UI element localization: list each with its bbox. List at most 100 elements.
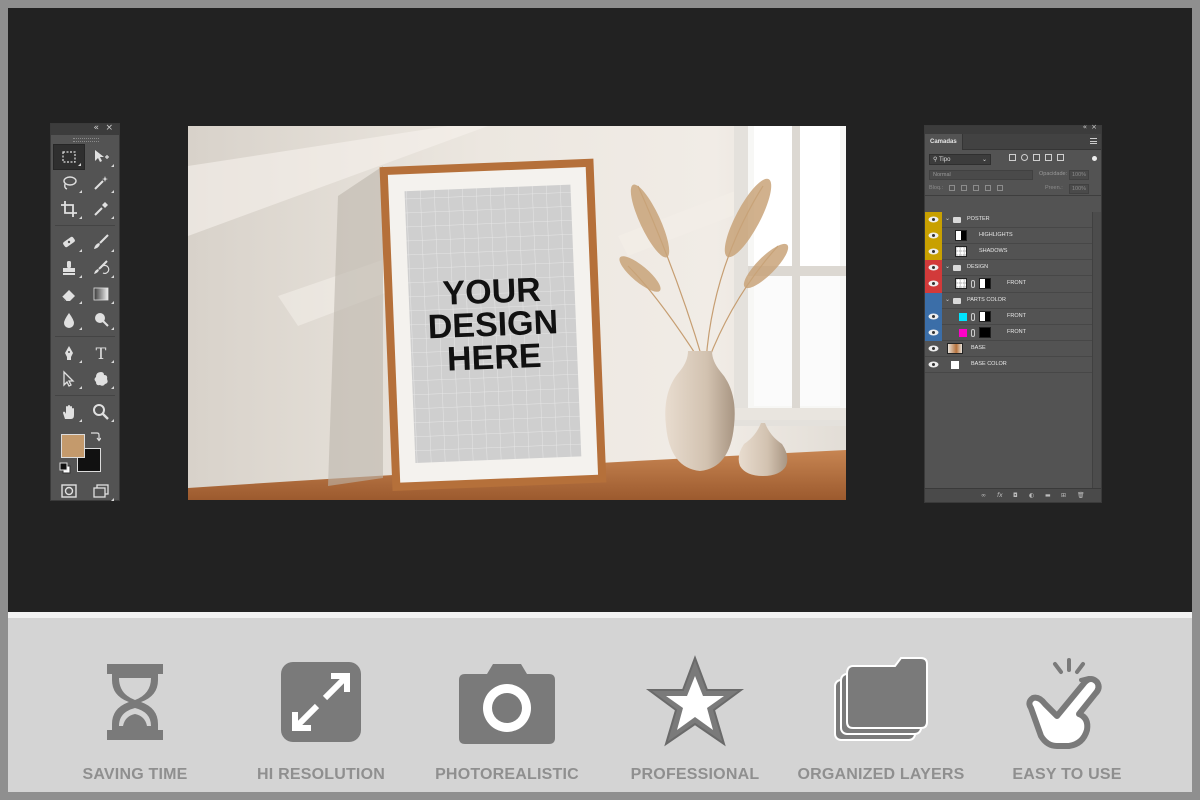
visibility-eye-icon[interactable]	[928, 232, 939, 239]
quick-mask-icon[interactable]	[53, 478, 85, 504]
layer-row[interactable]: ⌄ PARTS COLOR	[925, 293, 1093, 309]
layers-panel-titlebar: « ×	[925, 123, 1101, 134]
link-icon[interactable]: ∞	[981, 492, 986, 499]
blur-tool-icon[interactable]	[53, 307, 85, 333]
new-layer-icon[interactable]: ⊞	[1061, 492, 1066, 499]
lock-artboard-icon[interactable]	[985, 185, 991, 191]
screen-mode-icon[interactable]	[85, 478, 117, 504]
layer-row[interactable]: HIGHLIGHTS	[925, 228, 1093, 244]
filter-type-icon[interactable]	[1033, 154, 1040, 161]
tap-hand-icon	[1026, 658, 1102, 749]
tools-divider	[55, 334, 115, 337]
crop-tool-icon[interactable]	[53, 196, 85, 222]
spot-healing-tool-icon[interactable]	[53, 229, 85, 255]
mask-icon[interactable]: ◘	[1013, 492, 1018, 499]
hand-tool-icon[interactable]	[53, 399, 85, 425]
lasso-tool-icon[interactable]	[53, 170, 85, 196]
zoom-tool-icon[interactable]	[85, 399, 117, 425]
layer-name: SHADOWS	[979, 248, 1008, 254]
layer-row[interactable]: ⌄ DESIGN	[925, 260, 1093, 276]
gradient-tool-icon[interactable]	[85, 281, 117, 307]
swap-colors-icon[interactable]	[89, 430, 101, 442]
close-icon[interactable]: ×	[1091, 123, 1097, 131]
folder-icon[interactable]: ▬	[1045, 492, 1051, 499]
filter-shape-icon[interactable]	[1045, 154, 1052, 161]
foreground-color-swatch[interactable]	[61, 434, 85, 458]
filter-pixel-icon[interactable]	[1009, 154, 1016, 161]
default-colors-icon[interactable]	[59, 462, 71, 474]
visibility-eye-icon[interactable]	[928, 264, 939, 271]
feature-label: PROFESSIONAL	[630, 766, 760, 783]
filter-toggle-icon[interactable]	[1092, 156, 1097, 161]
visibility-eye-icon[interactable]	[928, 216, 939, 223]
group-toggle-icon[interactable]: ⌄	[945, 263, 950, 270]
layer-thumbnail	[947, 343, 963, 354]
eyedropper-tool-icon[interactable]	[85, 196, 117, 222]
filter-kind-select[interactable]: ⚲ Tipo ⌄	[929, 154, 991, 165]
eraser-tool-icon[interactable]	[53, 281, 85, 307]
layer-row[interactable]: FRONT	[925, 309, 1093, 325]
lock-all-icon[interactable]	[997, 185, 1003, 191]
custom-shape-tool-icon[interactable]	[85, 366, 117, 392]
close-icon[interactable]: ×	[105, 123, 113, 133]
path-selection-tool-icon[interactable]	[53, 366, 85, 392]
layers-tab-bar: Camadas	[925, 134, 1101, 150]
panel-grip[interactable]	[51, 135, 119, 143]
blend-mode-select[interactable]: Normal	[929, 170, 1033, 180]
layers-panel: « × Camadas ⚲ Tipo ⌄ Normal Opacidade: 1…	[924, 123, 1102, 503]
expand-icon	[281, 662, 361, 742]
visibility-eye-icon[interactable]	[928, 345, 939, 352]
brush-tool-icon[interactable]	[85, 229, 117, 255]
layer-row[interactable]: FRONT	[925, 325, 1093, 341]
layer-row[interactable]: SHADOWS	[925, 244, 1093, 260]
feature-photorealistic: PHOTOREALISTIC	[412, 618, 602, 792]
adjustment-icon[interactable]: ◐	[1029, 492, 1034, 499]
visibility-eye-icon[interactable]	[928, 248, 939, 255]
history-brush-tool-icon[interactable]	[85, 255, 117, 281]
opacity-field[interactable]: 100%	[1069, 170, 1089, 180]
lock-pixels-icon[interactable]	[961, 185, 967, 191]
link-icon	[971, 313, 975, 321]
group-toggle-icon[interactable]: ⌄	[945, 296, 950, 303]
visibility-eye-icon[interactable]	[928, 313, 939, 320]
group-toggle-icon[interactable]: ⌄	[945, 215, 950, 222]
blend-row: Normal Opacidade: 100%	[925, 168, 1101, 182]
link-icon	[971, 329, 975, 337]
dodge-tool-icon[interactable]	[85, 307, 117, 333]
smart-object-thumbnail	[955, 278, 967, 289]
type-tool-icon[interactable]: T	[85, 340, 117, 366]
lock-position-icon[interactable]	[973, 185, 979, 191]
layer-name: PARTS COLOR	[967, 297, 1006, 303]
opacity-label: Opacidade:	[1039, 171, 1068, 177]
lock-transparent-icon[interactable]	[949, 185, 955, 191]
tools-divider	[55, 393, 115, 396]
link-icon	[971, 280, 975, 288]
collapse-icon[interactable]: «	[1083, 123, 1087, 131]
collapse-icon[interactable]: «	[93, 123, 99, 133]
tab-layers[interactable]: Camadas	[925, 134, 963, 150]
fx-icon[interactable]: fx	[997, 492, 1003, 499]
lock-row: Bloq.: Preen.: 100%	[925, 182, 1101, 196]
visibility-eye-icon[interactable]	[928, 361, 939, 368]
visibility-eye-icon[interactable]	[928, 329, 939, 336]
panel-menu-icon[interactable]	[1090, 138, 1097, 144]
layer-row[interactable]: ⌄ POSTER	[925, 212, 1093, 228]
fill-field[interactable]: 100%	[1069, 184, 1089, 194]
magic-wand-tool-icon[interactable]	[85, 170, 117, 196]
document-canvas[interactable]: YOUR DESIGN HERE	[188, 126, 846, 500]
clone-stamp-tool-icon[interactable]	[53, 255, 85, 281]
pen-tool-icon[interactable]	[53, 340, 85, 366]
layers-scrollbar[interactable]	[1092, 212, 1101, 488]
layer-row[interactable]: BASE COLOR	[925, 357, 1093, 373]
layer-row[interactable]: BASE	[925, 341, 1093, 357]
filter-smart-object-icon[interactable]	[1057, 154, 1064, 161]
layers-footer: ∞ fx ◘ ◐ ▬ ⊞ 🗑	[925, 488, 1101, 502]
lock-label: Bloq.:	[929, 185, 944, 191]
visibility-eye-icon[interactable]	[928, 280, 939, 287]
move-tool-icon[interactable]	[85, 144, 117, 170]
star-icon	[645, 655, 745, 747]
filter-adjustment-icon[interactable]	[1021, 154, 1028, 161]
rectangular-marquee-tool-icon[interactable]	[53, 144, 85, 170]
layer-row[interactable]: FRONT	[925, 276, 1093, 293]
trash-icon[interactable]: 🗑	[1077, 492, 1085, 499]
